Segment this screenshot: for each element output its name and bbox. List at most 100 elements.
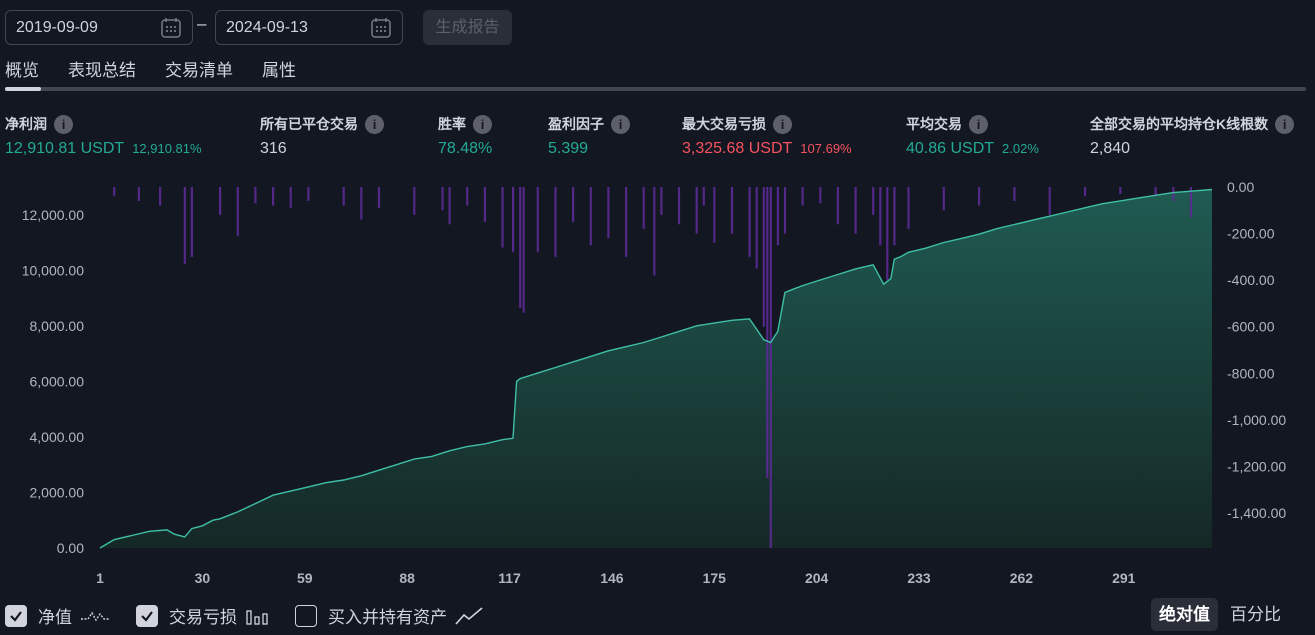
drawdown-bar xyxy=(1119,187,1122,194)
drawdown-bar xyxy=(113,187,116,197)
chart-legend: 净值 交易亏损 买入并持有资产 xyxy=(5,603,509,628)
drawdown-bar xyxy=(836,187,839,225)
legend-drawdown-label: 交易亏损 xyxy=(169,608,237,627)
calendar-icon[interactable] xyxy=(160,17,182,39)
drawdown-bar xyxy=(219,187,222,215)
metric-label: 平均交易 xyxy=(906,116,962,132)
drawdown-bar xyxy=(190,187,193,257)
drawdown-bar xyxy=(554,187,557,257)
drawdown-bar xyxy=(872,187,875,215)
drawdown-bar xyxy=(819,187,822,204)
drawdown-bar xyxy=(1048,187,1051,215)
checkbox-checked-icon[interactable] xyxy=(136,604,158,627)
checkbox-checked-icon[interactable] xyxy=(5,604,27,627)
report-tabs: 概览 表现总结 交易清单 属性 xyxy=(5,56,325,81)
info-icon[interactable]: i xyxy=(773,114,792,134)
tab-properties[interactable]: 属性 xyxy=(262,56,296,81)
y-axis-right-label: -1,400.00 xyxy=(1227,505,1286,521)
metric-percent: 107.69% xyxy=(800,141,852,156)
drawdown-bar xyxy=(713,187,716,243)
y-axis-right-label: -1,200.00 xyxy=(1227,458,1286,474)
x-axis-label: 233 xyxy=(907,570,931,586)
drawdown-bar xyxy=(342,187,345,206)
legend-drawdown[interactable]: 交易亏损 xyxy=(136,603,269,628)
equity-chart[interactable]: 0.00 2,000.00 4,000.00 6,000.00 8,000.00 10,0… xyxy=(0,175,1315,595)
y-axis-left-label: 10,000.00 xyxy=(22,262,84,278)
tab-overview[interactable]: 概览 xyxy=(5,56,39,81)
drawdown-bar xyxy=(677,187,681,225)
metric-avg-bars-in-trades: 全部交易的平均持仓K线根数 i 2,840 xyxy=(1090,114,1295,158)
metric-label: 净利润 xyxy=(5,116,47,132)
metric-label: 盈利因子 xyxy=(548,116,604,132)
info-icon[interactable]: i xyxy=(1275,114,1295,134)
date-separator: – xyxy=(197,14,207,33)
y-axis-right-label: -600.00 xyxy=(1227,319,1275,335)
drawdown-bar xyxy=(755,187,758,269)
drawdown-bar xyxy=(893,187,896,246)
drawdown-bar xyxy=(879,187,882,246)
drawdown-bar xyxy=(137,187,140,201)
drawdown-bar xyxy=(466,187,469,206)
metric-win-rate: 胜率 i 78.48% xyxy=(438,114,492,158)
drawdown-bar xyxy=(886,187,889,281)
info-icon[interactable]: i xyxy=(473,114,492,134)
drawdown-bar xyxy=(1172,187,1175,201)
start-date-input[interactable]: 2019-09-09 xyxy=(5,10,193,45)
x-axis-label: 59 xyxy=(297,570,313,586)
drawdown-bar xyxy=(512,187,515,253)
metric-label: 全部交易的平均持仓K线根数 xyxy=(1090,116,1269,132)
drawdown-bar xyxy=(660,187,663,215)
display-mode-toggle: 绝对值 百分比 xyxy=(1151,598,1289,631)
metric-value: 78.48% xyxy=(438,140,493,157)
metric-value: 2,840 xyxy=(1090,140,1131,157)
x-axis-label: 117 xyxy=(498,570,521,586)
drawdown-bar xyxy=(942,187,945,211)
drawdown-bar xyxy=(748,187,751,257)
y-axis-left-label: 4,000.00 xyxy=(30,429,85,445)
y-axis-left-label: 12,000.00 xyxy=(22,207,84,223)
metric-max-trade-loss: 最大交易亏损 i 3,325.68 USDT 107.69% xyxy=(682,114,852,158)
drawdown-bar xyxy=(730,187,734,234)
generate-report-button[interactable]: 生成报告 xyxy=(423,10,512,45)
legend-equity[interactable]: 净值 xyxy=(5,603,110,628)
drawdown-bar xyxy=(907,187,910,229)
y-axis-right-label: 0.00 xyxy=(1227,179,1254,195)
x-axis-label: 291 xyxy=(1112,570,1136,586)
metric-closed-trades: 所有已平仓交易 i 316 xyxy=(260,114,384,158)
drawdown-bar xyxy=(702,187,705,206)
drawdown-bar xyxy=(572,187,575,222)
info-icon[interactable]: i xyxy=(969,114,988,134)
tab-performance-summary[interactable]: 表现总结 xyxy=(68,56,136,81)
end-date-input[interactable]: 2024-09-13 xyxy=(215,10,403,45)
drawdown-bar xyxy=(360,187,363,220)
legend-equity-label: 净值 xyxy=(38,608,72,627)
drawdown-bar xyxy=(448,187,451,225)
info-icon[interactable]: i xyxy=(611,114,630,134)
metric-label: 最大交易亏损 xyxy=(682,116,766,132)
drawdown-bar xyxy=(236,187,239,236)
checkbox-unchecked-icon[interactable] xyxy=(295,604,317,627)
y-axis-right-label: -400.00 xyxy=(1227,272,1275,288)
drawdown-bar xyxy=(289,187,292,208)
x-axis-label: 88 xyxy=(399,570,415,586)
calendar-icon[interactable] xyxy=(370,17,392,39)
drawdown-bar xyxy=(272,187,275,206)
metric-value: 12,910.81 USDT xyxy=(5,140,125,157)
tab-trade-list[interactable]: 交易清单 xyxy=(165,56,233,81)
drawdown-bar xyxy=(159,187,162,206)
x-axis-label: 175 xyxy=(703,570,727,586)
legend-buy-hold-label: 买入并持有资产 xyxy=(328,608,447,627)
info-icon[interactable]: i xyxy=(54,114,73,134)
drawdown-bar xyxy=(519,187,522,309)
equity-area xyxy=(100,189,1212,548)
info-icon[interactable]: i xyxy=(365,114,384,134)
x-axis-label: 30 xyxy=(195,570,211,586)
metric-value: 3,325.68 USDT xyxy=(682,140,793,157)
percent-mode-button[interactable]: 百分比 xyxy=(1222,598,1289,631)
drawdown-bar xyxy=(501,187,504,248)
absolute-mode-button[interactable]: 绝对值 xyxy=(1151,598,1218,631)
metric-percent: 2.02% xyxy=(1002,141,1039,156)
legend-buy-hold[interactable]: 买入并持有资产 xyxy=(295,603,483,628)
x-axis-label: 262 xyxy=(1010,570,1034,586)
drawdown-bar xyxy=(1083,187,1087,197)
